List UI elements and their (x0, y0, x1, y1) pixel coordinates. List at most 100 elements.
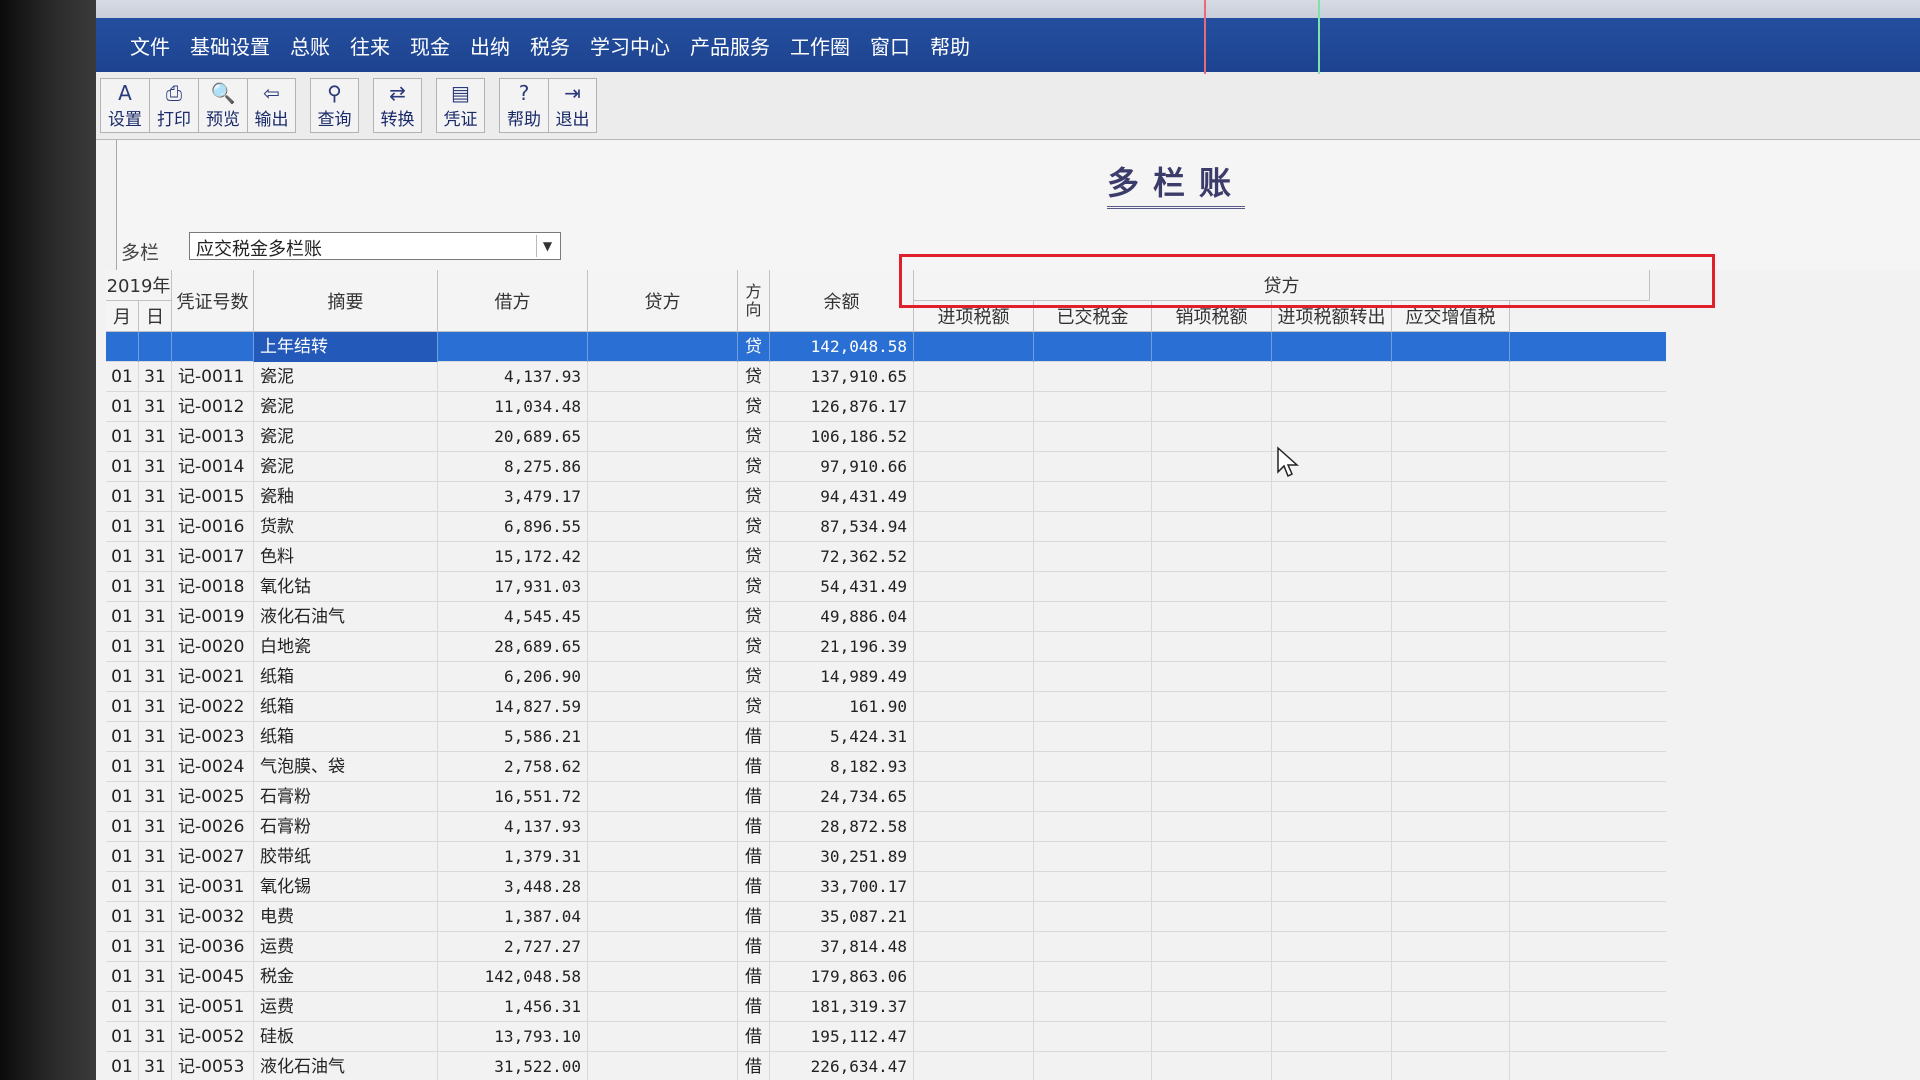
credit-subcolumn-cell (1152, 632, 1272, 662)
menu-item[interactable]: 窗口 (860, 31, 920, 60)
menu-item[interactable]: 总账 (280, 31, 340, 60)
summary-cell: 瓷泥 (254, 422, 438, 452)
menu-item[interactable]: 税务 (520, 31, 580, 60)
table-row[interactable]: 01 31 记-0019 液化石油气 4,545.45 贷 49,886.04 (106, 602, 1666, 632)
voucher-cell: 记-0018 (172, 572, 254, 602)
month-cell: 01 (106, 362, 139, 392)
exit-button[interactable]: ⇥ 退出 (548, 78, 597, 133)
convert-icon: ⇄ (389, 81, 406, 105)
summary-cell: 税金 (254, 962, 438, 992)
table-row[interactable]: 01 31 记-0022 纸箱 14,827.59 贷 161.90 (106, 692, 1666, 722)
credit-subcolumn-cell (1152, 902, 1272, 932)
direction-cell: 贷 (738, 632, 770, 662)
day-cell: 31 (139, 632, 172, 662)
table-row[interactable]: 01 31 记-0020 白地瓷 28,689.65 贷 21,196.39 (106, 632, 1666, 662)
credit-cell (588, 662, 738, 692)
direction-cell: 借 (738, 962, 770, 992)
credit-subcolumn-cell (1392, 1052, 1510, 1080)
table-row[interactable]: 01 31 记-0021 纸箱 6,206.90 贷 14,989.49 (106, 662, 1666, 692)
direction-cell: 借 (738, 872, 770, 902)
toolbar-button-label: 退出 (555, 110, 590, 130)
query-icon: ⚲ (327, 81, 342, 105)
direction-cell: 贷 (738, 422, 770, 452)
menu-item[interactable]: 现金 (400, 31, 460, 60)
credit-cell (588, 542, 738, 572)
debit-cell: 6,206.90 (438, 662, 588, 692)
month-cell: 01 (106, 422, 139, 452)
menu-item[interactable]: 基础设置 (180, 31, 280, 60)
credit-subcolumn-cell (1272, 572, 1392, 602)
summary-cell: 硅板 (254, 1022, 438, 1052)
direction-cell: 借 (738, 992, 770, 1022)
table-row[interactable]: 01 31 记-0052 硅板 13,793.10 借 195,112.47 (106, 1022, 1666, 1052)
credit-subcolumn-cell (1272, 752, 1392, 782)
table-row[interactable]: 01 31 记-0024 气泡膜、袋 2,758.62 借 8,182.93 (106, 752, 1666, 782)
table-row[interactable]: 01 31 记-0016 货款 6,896.55 贷 87,534.94 (106, 512, 1666, 542)
table-row[interactable]: 01 31 记-0017 色料 15,172.42 贷 72,362.52 (106, 542, 1666, 572)
voucher-button[interactable]: ▤ 凭证 (436, 78, 485, 133)
print-button[interactable]: ⎙ 打印 (149, 78, 198, 133)
table-row[interactable]: 01 31 记-0032 电费 1,387.04 借 35,087.21 (106, 902, 1666, 932)
menu-item[interactable]: 工作圈 (780, 31, 860, 60)
credit-subcolumn-cell (1034, 422, 1152, 452)
table-row[interactable]: 01 31 记-0013 瓷泥 20,689.65 贷 106,186.52 (106, 422, 1666, 452)
credit-subcolumn-cell (914, 752, 1034, 782)
filter-label: 多栏 (121, 242, 160, 264)
credit-subcolumn-cell (1152, 452, 1272, 482)
table-row[interactable]: 01 31 记-0014 瓷泥 8,275.86 贷 97,910.66 (106, 452, 1666, 482)
menu-item[interactable]: 出纳 (460, 31, 520, 60)
help-button[interactable]: ? 帮助 (499, 78, 548, 133)
balance-cell: 21,196.39 (770, 632, 914, 662)
summary-header: 摘要 (254, 270, 438, 332)
preview-button[interactable]: 🔍 预览 (198, 78, 247, 133)
voucher-cell: 记-0025 (172, 782, 254, 812)
table-row[interactable]: 01 31 记-0025 石膏粉 16,551.72 借 24,734.65 (106, 782, 1666, 812)
credit-cell (588, 932, 738, 962)
voucher-cell: 记-0019 (172, 602, 254, 632)
balance-cell: 142,048.58 (770, 332, 914, 362)
table-row[interactable]: 01 31 记-0026 石膏粉 4,137.93 借 28,872.58 (106, 812, 1666, 842)
menu-item[interactable]: 往来 (340, 31, 400, 60)
table-row[interactable]: 01 31 记-0012 瓷泥 11,034.48 贷 126,876.17 (106, 392, 1666, 422)
credit-subcolumn-cell (1392, 752, 1510, 782)
query-button[interactable]: ⚲ 查询 (310, 78, 359, 133)
credit-subcolumn-cell (1034, 332, 1152, 362)
table-row[interactable]: 01 31 记-0031 氧化锡 3,448.28 借 33,700.17 (106, 872, 1666, 902)
table-row[interactable]: 01 31 记-0051 运费 1,456.31 借 181,319.37 (106, 992, 1666, 1022)
help-icon: ? (518, 81, 530, 105)
voucher-cell: 记-0051 (172, 992, 254, 1022)
ledger-type-select[interactable]: 应交税金多栏账 ▼ (189, 232, 561, 260)
table-row[interactable]: 01 31 记-0023 纸箱 5,586.21 借 5,424.31 (106, 722, 1666, 752)
convert-button[interactable]: ⇄ 转换 (373, 78, 422, 133)
credit-subcolumn-cell (1152, 872, 1272, 902)
preview-icon: 🔍 (210, 81, 236, 105)
table-row[interactable]: 01 31 记-0045 税金 142,048.58 借 179,863.06 (106, 962, 1666, 992)
credit-subcolumn-cell (1152, 782, 1272, 812)
credit-subcolumn-cell (914, 842, 1034, 872)
table-row[interactable]: 01 31 记-0015 瓷釉 3,479.17 贷 94,431.49 (106, 482, 1666, 512)
opening-balance-row[interactable]: 上年结转 贷 142,048.58 (106, 332, 1666, 362)
balance-cell: 195,112.47 (770, 1022, 914, 1052)
table-row[interactable]: 01 31 记-0053 液化石油气 31,522.00 借 226,634.47 (106, 1052, 1666, 1080)
credit-subcolumn-cell (914, 452, 1034, 482)
credit-subcolumn-cell (1034, 962, 1152, 992)
table-row[interactable]: 01 31 记-0018 氧化钴 17,931.03 贷 54,431.49 (106, 572, 1666, 602)
chevron-down-icon[interactable]: ▼ (536, 235, 558, 257)
menu-item[interactable]: 学习中心 (580, 31, 680, 60)
direction-cell: 借 (738, 812, 770, 842)
credit-subheader: 应交增值税 (1392, 301, 1510, 332)
menu-item[interactable]: 文件 (120, 31, 180, 60)
export-button[interactable]: ⇦ 输出 (247, 78, 296, 133)
table-row[interactable]: 01 31 记-0011 瓷泥 4,137.93 贷 137,910.65 (106, 362, 1666, 392)
credit-subheader: 进项税额转出 (1272, 301, 1392, 332)
month-header: 月 (106, 301, 139, 332)
credit-subcolumn-cell (1272, 722, 1392, 752)
credit-subcolumn-cell (1392, 602, 1510, 632)
settings-button[interactable]: A 设置 (100, 78, 149, 133)
menu-item[interactable]: 产品服务 (680, 31, 780, 60)
menu-item[interactable]: 帮助 (920, 31, 980, 60)
month-cell: 01 (106, 632, 139, 662)
credit-subcolumn-cell (1392, 422, 1510, 452)
table-row[interactable]: 01 31 记-0036 运费 2,727.27 借 37,814.48 (106, 932, 1666, 962)
table-row[interactable]: 01 31 记-0027 胶带纸 1,379.31 借 30,251.89 (106, 842, 1666, 872)
